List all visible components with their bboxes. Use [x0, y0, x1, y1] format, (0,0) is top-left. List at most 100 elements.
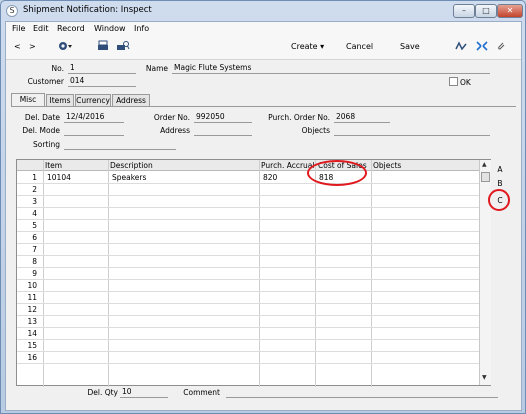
- del-date-label: Del. Date: [24, 113, 60, 122]
- table-row[interactable]: 2: [17, 184, 479, 196]
- side-tab-a[interactable]: A: [493, 163, 507, 177]
- row-number: 5: [32, 221, 37, 230]
- menu-window[interactable]: Window: [94, 24, 126, 33]
- minimize-button[interactable]: –: [453, 4, 475, 18]
- app-window: S Shipment Notification: Inspect – □ ✕ F…: [0, 0, 526, 414]
- toolbar: < > Create ▾ Cancel Save: [6, 36, 521, 60]
- window-title: Shipment Notification: Inspect: [23, 5, 152, 15]
- activity-icon[interactable]: [455, 41, 467, 53]
- tab-currency[interactable]: Currency: [75, 94, 111, 106]
- del-mode-field[interactable]: [64, 125, 124, 136]
- previous-record-button[interactable]: <: [14, 42, 21, 51]
- customer-label: Customer: [27, 77, 64, 86]
- next-record-button[interactable]: >: [29, 42, 36, 51]
- table-row[interactable]: 14: [17, 328, 479, 340]
- purch-order-no-label: Purch. Order No.: [268, 113, 330, 122]
- items-grid[interactable]: Item Description Purch. Accrual Cost of …: [16, 159, 491, 387]
- col-item-header[interactable]: Item: [45, 161, 62, 170]
- cancel-button[interactable]: Cancel: [346, 42, 373, 51]
- table-row[interactable]: 7: [17, 244, 479, 256]
- table-row[interactable]: 6: [17, 232, 479, 244]
- scroll-thumb[interactable]: [481, 172, 490, 182]
- table-row[interactable]: 1 10104 Speakers 820 818: [17, 172, 479, 184]
- address-label: Address: [160, 126, 190, 135]
- customer-field[interactable]: 014: [68, 76, 136, 87]
- menu-edit[interactable]: Edit: [33, 24, 49, 33]
- row-number: 12: [27, 305, 37, 314]
- table-row[interactable]: 9: [17, 268, 479, 280]
- menu-bar: File Edit Record Window Info: [6, 22, 521, 36]
- create-label: Create: [291, 42, 318, 51]
- cell-description[interactable]: Speakers: [112, 173, 146, 182]
- sorting-field[interactable]: [64, 139, 176, 150]
- table-row[interactable]: 8: [17, 256, 479, 268]
- row-number: 4: [32, 209, 37, 218]
- name-field[interactable]: Magic Flute Systems: [172, 63, 490, 74]
- row-number: 7: [32, 245, 37, 254]
- order-no-label: Order No.: [153, 113, 190, 122]
- objects-label: Objects: [301, 126, 330, 135]
- no-label: No.: [51, 64, 64, 73]
- maximize-button[interactable]: □: [475, 4, 497, 18]
- del-mode-label: Del. Mode: [22, 126, 60, 135]
- del-qty-label: Del. Qty: [87, 388, 118, 397]
- ok-checkbox[interactable]: [449, 77, 458, 86]
- row-number: 14: [27, 329, 37, 338]
- tab-misc[interactable]: Misc: [11, 93, 45, 106]
- print-preview-icon[interactable]: [116, 40, 130, 54]
- tab-divider: [11, 106, 516, 107]
- attachment-icon[interactable]: [496, 41, 506, 53]
- sorting-label: Sorting: [33, 140, 60, 149]
- scroll-up-arrow[interactable]: ▲: [482, 161, 487, 168]
- gear-icon[interactable]: [57, 40, 75, 54]
- close-button[interactable]: ✕: [497, 4, 523, 18]
- comment-label: Comment: [183, 388, 220, 397]
- purch-order-no-field[interactable]: 2068: [334, 112, 390, 123]
- address-field[interactable]: [194, 125, 252, 136]
- order-no-field[interactable]: 992050: [194, 112, 252, 123]
- menu-info[interactable]: Info: [134, 24, 149, 33]
- col-description-header[interactable]: Description: [110, 161, 153, 170]
- title-bar[interactable]: S Shipment Notification: Inspect – □ ✕: [1, 1, 525, 21]
- comment-field[interactable]: [226, 387, 498, 398]
- expand-icon[interactable]: [476, 41, 488, 53]
- del-date-field[interactable]: 12/4/2016: [64, 112, 124, 123]
- row-number: 13: [27, 317, 37, 326]
- no-field[interactable]: 1: [68, 63, 136, 74]
- row-number: 10: [27, 281, 37, 290]
- scroll-down-arrow[interactable]: ▼: [482, 374, 487, 381]
- table-row[interactable]: 12: [17, 304, 479, 316]
- row-number: 15: [27, 341, 37, 350]
- del-qty-field[interactable]: 10: [120, 387, 168, 398]
- col-objects-header[interactable]: Objects: [373, 161, 401, 170]
- objects-field[interactable]: [334, 125, 490, 136]
- cell-item[interactable]: 10104: [47, 173, 71, 182]
- row-number: 2: [32, 185, 37, 194]
- table-row[interactable]: 11: [17, 292, 479, 304]
- table-row[interactable]: 4: [17, 208, 479, 220]
- menu-record[interactable]: Record: [57, 24, 85, 33]
- create-button[interactable]: Create ▾: [291, 42, 324, 51]
- row-number: 6: [32, 233, 37, 242]
- table-row[interactable]: 15: [17, 340, 479, 352]
- col-purch-accrual-header[interactable]: Purch. Accrual: [261, 161, 314, 170]
- row-number: 16: [27, 353, 37, 362]
- tab-address[interactable]: Address: [112, 94, 150, 106]
- table-row[interactable]: 5: [17, 220, 479, 232]
- cell-accrual[interactable]: 820: [263, 173, 277, 182]
- tab-items[interactable]: Items: [46, 94, 74, 106]
- ok-label: OK: [460, 78, 471, 87]
- annotation-circle-cost-of-sales: [307, 160, 367, 186]
- table-row[interactable]: 13: [17, 316, 479, 328]
- row-number: 9: [32, 269, 37, 278]
- save-button[interactable]: Save: [400, 42, 420, 51]
- name-label: Name: [145, 64, 168, 73]
- annotation-circle-side-tab-c: [488, 189, 510, 211]
- table-row[interactable]: 3: [17, 196, 479, 208]
- menu-file[interactable]: File: [12, 24, 25, 33]
- print-icon[interactable]: [97, 40, 109, 54]
- table-row[interactable]: 16: [17, 352, 479, 364]
- row-number: 11: [27, 293, 37, 302]
- app-icon: S: [6, 5, 18, 17]
- table-row[interactable]: 10: [17, 280, 479, 292]
